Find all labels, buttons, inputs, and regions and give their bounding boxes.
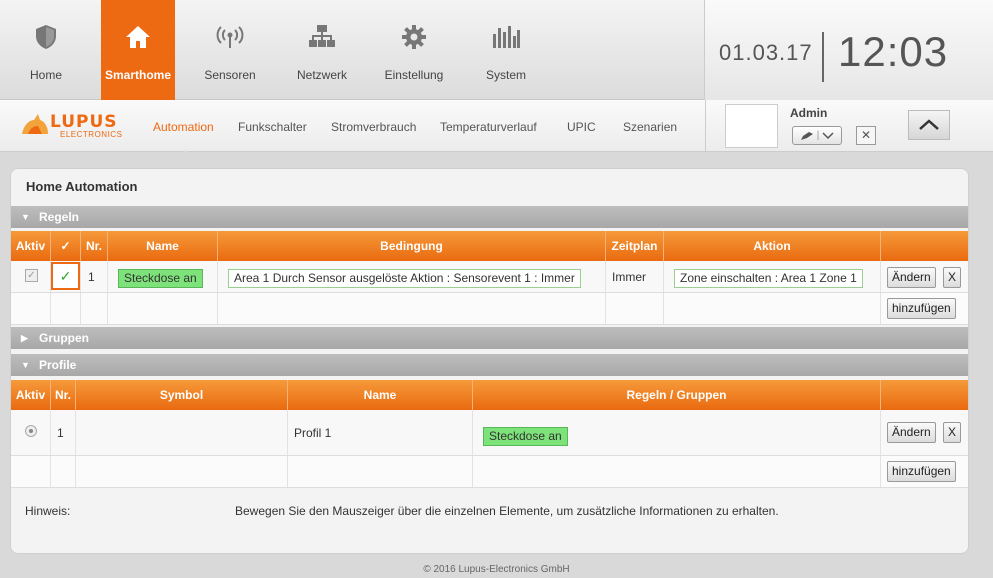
col-zeitplan: Zeitplan xyxy=(606,231,664,261)
lupus-logo[interactable]: LUPUS ELECTRONICS xyxy=(20,110,130,144)
equalizer-icon xyxy=(469,24,543,52)
rules-table-header: Aktiv ✓ Nr. Name Bedingung Zeitplan Akti… xyxy=(11,231,968,261)
rule-active-checkbox[interactable]: ✓ xyxy=(25,269,38,282)
profile-edit-button[interactable]: Ändern xyxy=(887,422,936,443)
table-row: hinzufügen xyxy=(11,456,968,488)
shield-icon xyxy=(9,24,83,52)
rule-delete-button[interactable]: X xyxy=(943,267,962,288)
home-icon xyxy=(101,24,175,52)
profile-nr: 1 xyxy=(57,426,64,440)
pencil-icon xyxy=(800,131,813,140)
edit-user-button[interactable]: | xyxy=(792,126,842,145)
time-display: 12:03 xyxy=(838,28,949,75)
clock-widget: 01.03.17 12:03 xyxy=(704,0,993,100)
clock-divider xyxy=(822,32,824,82)
collapse-button[interactable] xyxy=(908,110,950,140)
profile-delete-button[interactable]: X xyxy=(943,422,962,443)
nav-einstellung[interactable]: Einstellung xyxy=(377,0,451,100)
rule-nr: 1 xyxy=(88,270,95,284)
col-aktiv: Aktiv xyxy=(11,231,51,261)
logo-text: LUPUS xyxy=(50,112,118,132)
table-row: ✓ ✓ 1 Steckdose an Area 1 Durch Sensor a… xyxy=(11,261,968,293)
nav-sensoren-label: Sensoren xyxy=(204,68,256,82)
network-icon xyxy=(285,24,359,52)
rule-select-checkbox[interactable]: ✓ xyxy=(51,262,80,290)
user-box: Admin | ✕ xyxy=(705,100,993,152)
col-actions xyxy=(881,231,968,261)
hint-box: Hinweis: Bewegen Sie den Mauszeiger über… xyxy=(11,491,968,535)
nav-netzwerk[interactable]: Netzwerk xyxy=(285,0,359,100)
nav-einstellung-label: Einstellung xyxy=(384,68,444,82)
profile-rule-badge[interactable]: Steckdose an xyxy=(483,427,568,446)
section-gruppen-label: Gruppen xyxy=(39,331,89,345)
tab-upic[interactable]: UPIC xyxy=(567,120,596,134)
date-display: 01.03.17 xyxy=(719,40,813,65)
nav-sensoren[interactable]: Sensoren xyxy=(193,0,267,100)
table-row: 1 Profil 1 Steckdose an Ändern X xyxy=(11,410,968,456)
sub-navigation: LUPUS ELECTRONICS Automation Funkschalte… xyxy=(0,100,705,156)
hint-text: Bewegen Sie den Mauszeiger über die einz… xyxy=(235,504,779,518)
rule-edit-button[interactable]: Ändern xyxy=(887,267,936,288)
section-profile-label: Profile xyxy=(39,358,77,372)
rule-schedule: Immer xyxy=(612,270,646,284)
profile-add-button[interactable]: hinzufügen xyxy=(887,461,956,482)
page-title: Home Automation xyxy=(26,179,138,194)
footer-copyright: © 2016 Lupus-Electronics GmbH xyxy=(423,564,570,575)
logo-subtext: ELECTRONICS xyxy=(60,130,123,139)
wolf-logo-icon xyxy=(22,114,48,134)
rule-name-badge[interactable]: Steckdose an xyxy=(118,269,203,288)
col-aktion: Aktion xyxy=(664,231,881,261)
col-regeln-gruppen: Regeln / Gruppen xyxy=(473,380,881,410)
rule-add-button[interactable]: hinzufügen xyxy=(887,298,956,319)
tab-stromverbrauch[interactable]: Stromverbrauch xyxy=(331,120,416,134)
col-nr: Nr. xyxy=(81,231,108,261)
nav-system[interactable]: System xyxy=(469,0,543,100)
nav-home[interactable]: Home xyxy=(9,0,83,100)
col-symbol: Symbol xyxy=(76,380,288,410)
triangle-right-icon: ▶ xyxy=(21,333,28,343)
nav-system-label: System xyxy=(485,68,526,82)
section-regeln[interactable]: ▼ Regeln xyxy=(11,206,968,228)
user-name: Admin xyxy=(790,106,828,120)
col-name: Name xyxy=(288,380,473,410)
table-row: hinzufügen xyxy=(11,293,968,325)
nav-home-label: Home xyxy=(29,68,62,82)
profiles-table-header: Aktiv Nr. Symbol Name Regeln / Gruppen xyxy=(11,380,968,410)
chevron-up-icon xyxy=(919,119,939,130)
close-icon[interactable]: ✕ xyxy=(856,126,876,145)
col-actions xyxy=(881,380,968,410)
col-nr: Nr. xyxy=(51,380,76,410)
tab-automation[interactable]: Automation xyxy=(153,120,214,156)
tab-szenarien[interactable]: Szenarien xyxy=(623,120,677,134)
col-aktiv: Aktiv xyxy=(11,380,51,410)
nav-smarthome-label: Smarthome xyxy=(104,68,172,82)
profile-name: Profil 1 xyxy=(294,426,332,440)
rule-action-badge[interactable]: Zone einschalten : Area 1 Zone 1 xyxy=(674,269,863,288)
col-check: ✓ xyxy=(51,231,81,261)
antenna-icon xyxy=(193,24,267,52)
gear-icon xyxy=(377,24,451,52)
profile-active-radio[interactable] xyxy=(25,425,37,437)
section-profile[interactable]: ▼ Profile xyxy=(11,354,968,376)
col-name: Name xyxy=(108,231,218,261)
tab-temperaturverlauf[interactable]: Temperaturverlauf xyxy=(440,120,537,134)
avatar[interactable] xyxy=(725,104,778,148)
chevron-down-icon xyxy=(822,131,834,139)
rule-condition-badge[interactable]: Area 1 Durch Sensor ausgelöste Aktion : … xyxy=(228,269,581,288)
hint-label: Hinweis: xyxy=(25,504,71,518)
home-automation-panel: Home Automation ▼ Regeln Aktiv ✓ Nr. Nam… xyxy=(10,168,969,554)
nav-smarthome[interactable]: Smarthome xyxy=(101,0,175,108)
section-regeln-label: Regeln xyxy=(39,210,80,224)
col-bedingung: Bedingung xyxy=(218,231,606,261)
triangle-down-icon: ▼ xyxy=(21,360,30,370)
nav-netzwerk-label: Netzwerk xyxy=(296,68,347,82)
section-gruppen[interactable]: ▶ Gruppen xyxy=(11,327,968,349)
triangle-down-icon: ▼ xyxy=(21,212,30,222)
tab-funkschalter[interactable]: Funkschalter xyxy=(238,120,307,134)
